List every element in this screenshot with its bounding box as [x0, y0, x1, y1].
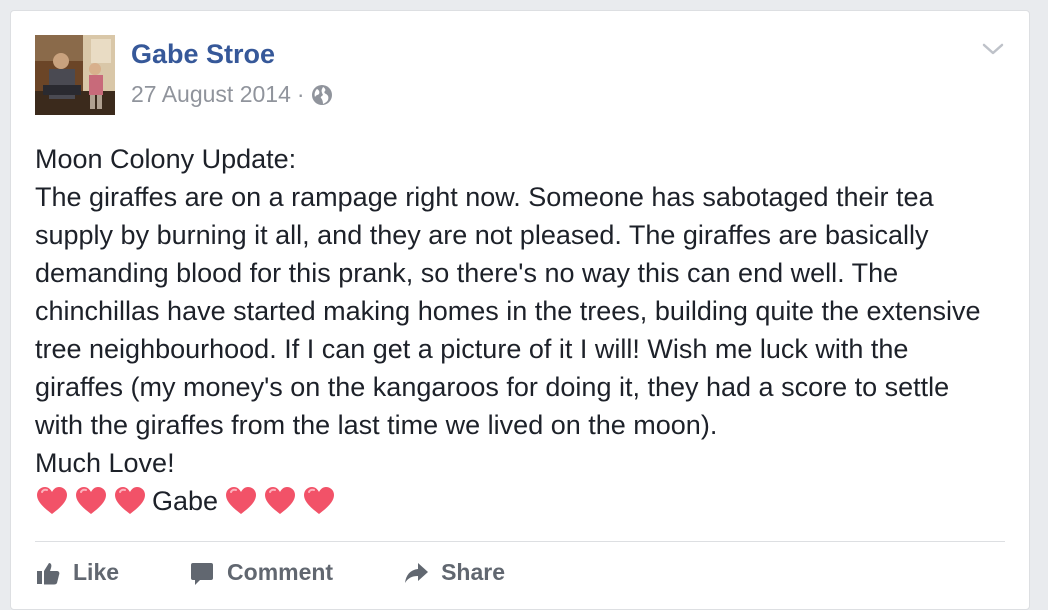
share-label: Share [441, 559, 506, 585]
like-label: Like [73, 559, 120, 585]
globe-icon[interactable] [311, 84, 333, 106]
post-text-line: The giraffes are on a rampage right now.… [35, 182, 981, 440]
post-text-line: Much Love! [35, 448, 175, 478]
like-button[interactable]: Like [35, 559, 119, 586]
heart-emoji-icon [35, 484, 69, 518]
signoff-line: Gabe [35, 482, 995, 520]
post-card: Gabe Stroe 27 August 2014 · Moon Colony … [10, 10, 1030, 610]
avatar[interactable] [35, 35, 115, 115]
post-meta: 27 August 2014 · [131, 81, 333, 108]
heart-emoji-icon [224, 484, 258, 518]
post-text-line: Moon Colony Update: [35, 144, 297, 174]
post-date-link[interactable]: 27 August 2014 [131, 81, 291, 108]
comment-button[interactable]: Comment [189, 559, 333, 586]
comment-label: Comment [227, 559, 334, 585]
author-name-link[interactable]: Gabe Stroe [131, 39, 275, 70]
meta-separator: · [296, 81, 305, 107]
share-button[interactable]: Share [403, 559, 505, 586]
post-actions: Like Comment Share [35, 559, 575, 586]
comment-icon [191, 562, 214, 585]
share-icon [405, 562, 429, 583]
heart-emoji-icon [113, 484, 147, 518]
heart-emoji-icon [74, 484, 108, 518]
heart-emoji-icon [302, 484, 336, 518]
post-body: Moon Colony Update: The giraffes are on … [35, 140, 995, 520]
signoff-name: Gabe [152, 486, 219, 516]
chevron-down-icon[interactable] [981, 39, 1005, 59]
actions-divider [35, 541, 1005, 542]
thumbs-up-icon [37, 562, 60, 584]
heart-emoji-icon [263, 484, 297, 518]
